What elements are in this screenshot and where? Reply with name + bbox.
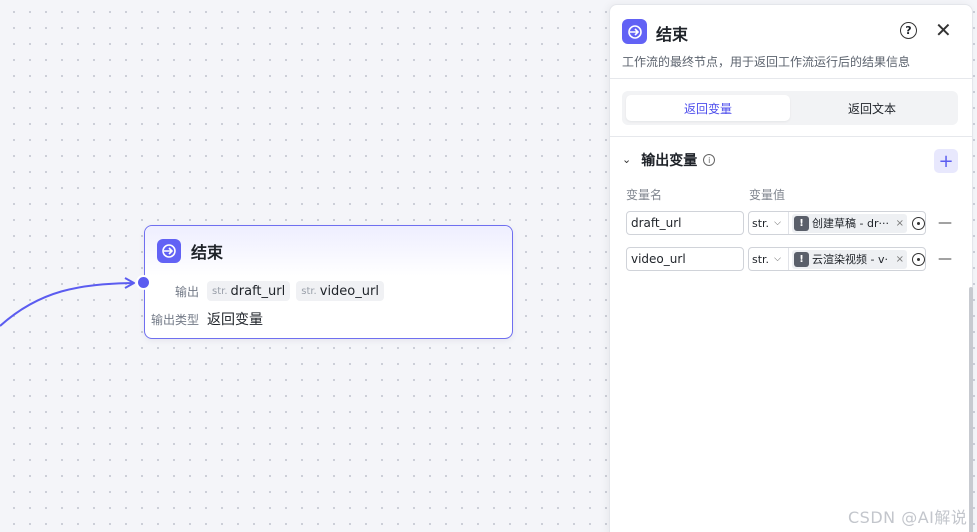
node-exit-icon [157,239,181,263]
variable-value-field[interactable]: str. ⌵ ! 创建草稿 - dr··· × [748,211,926,235]
divider [610,136,972,137]
node-output-row: 输出 str. draft_url str. video_url [145,278,512,304]
dropdown-icon: ⌵ [774,254,781,264]
variable-reference-chip[interactable]: ! 创建草稿 - dr··· × [792,213,907,233]
clear-reference-icon[interactable]: × [896,254,904,265]
add-variable-button[interactable]: + [934,149,958,173]
remove-icon[interactable]: — [938,215,952,231]
node-output-type-row: 输出类型 返回变量 [145,306,512,332]
output-type-label: 输出类型 [150,312,199,327]
node-title: 结束 [191,243,224,262]
chevron-down-icon[interactable]: ⌄ [622,153,631,166]
tag-name: video_url [319,283,379,299]
variable-row: str. ⌵ ! 创建草稿 - dr··· × — [626,211,952,235]
target-icon[interactable] [912,252,925,266]
column-header-value: 变量值 [749,188,786,202]
remove-icon[interactable]: — [938,251,952,267]
target-icon[interactable] [912,216,925,230]
output-tag: str. video_url [296,281,384,301]
reference-text: 云渲染视频 - v· [812,253,888,266]
type-select[interactable]: str. ⌵ [752,212,789,234]
input-port[interactable] [136,275,151,290]
variable-row: str. ⌵ ! 云渲染视频 - v· × — [626,247,952,271]
clear-reference-icon[interactable]: × [896,218,904,229]
tag-name: draft_url [230,283,286,299]
node-settings-panel: 结束 ? ✕ 工作流的最终节点，用于返回工作流运行后的结果信息 返回变量 返回文… [609,4,973,532]
close-icon[interactable]: ✕ [935,18,952,42]
panel-title: 结束 [656,25,689,44]
node-header: 结束 [145,226,512,276]
variable-value-field[interactable]: str. ⌵ ! 云渲染视频 - v· × [748,247,926,271]
variable-reference-chip[interactable]: ! 云渲染视频 - v· × [792,249,907,269]
panel-header: 结束 ? ✕ 工作流的最终节点，用于返回工作流运行后的结果信息 [610,5,972,79]
node-exit-icon [622,19,647,44]
output-type-value: 返回变量 [207,312,263,328]
info-icon[interactable]: i [703,154,716,166]
output-variables-section-header[interactable]: ⌄ 输出变量 i [622,150,716,170]
dropdown-icon: ⌵ [774,218,781,228]
return-mode-tabs: 返回变量 返回文本 [622,91,958,125]
type-select-label: str. [752,252,770,266]
watermark: CSDN @AI解说 [848,508,968,527]
end-node-card[interactable]: 结束 输出 str. draft_url str. video_url 输出类型… [144,225,513,339]
column-header-name: 变量名 [626,188,663,202]
warning-icon: ! [794,251,809,267]
tag-type: str. [212,285,228,297]
type-select[interactable]: str. ⌵ [752,248,789,270]
type-select-label: str. [752,216,770,230]
scrollbar[interactable] [969,287,973,532]
tag-type: str. [301,285,317,297]
variable-name-input[interactable] [626,211,744,235]
output-label: 输出 [174,284,199,299]
tab-return-text[interactable]: 返回文本 [790,95,954,121]
warning-icon: ! [794,215,809,231]
panel-description: 工作流的最终节点，用于返回工作流运行后的结果信息 [622,55,911,69]
tab-return-variables[interactable]: 返回变量 [626,95,790,121]
section-title: 输出变量 [641,153,698,169]
variable-name-input[interactable] [626,247,744,271]
help-icon[interactable]: ? [900,22,917,39]
plus-icon: + [938,150,954,172]
reference-text: 创建草稿 - dr··· [812,217,889,230]
output-tag: str. draft_url [207,281,291,301]
